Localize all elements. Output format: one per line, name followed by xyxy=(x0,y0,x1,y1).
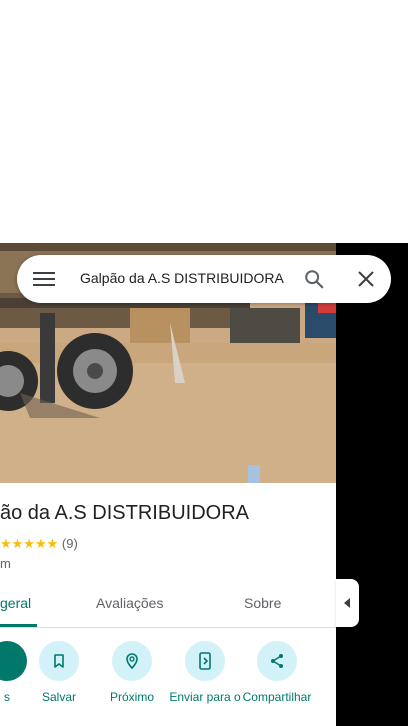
bookmark-icon xyxy=(39,641,79,681)
search-bar xyxy=(17,255,391,303)
review-count: (9) xyxy=(61,536,78,551)
save-label: Salvar xyxy=(41,690,76,704)
black-background xyxy=(336,243,408,726)
save-button[interactable]: Salvar xyxy=(20,641,98,704)
close-icon[interactable] xyxy=(356,269,376,289)
tab-reviews[interactable]: Avaliações xyxy=(96,595,163,611)
tab-about[interactable]: Sobre xyxy=(244,595,281,611)
send-to-phone-label: Enviar para o xyxy=(169,690,241,704)
share-button[interactable]: Compartilhar xyxy=(238,641,316,704)
menu-icon[interactable] xyxy=(33,269,55,289)
search-input[interactable] xyxy=(80,270,288,286)
place-details-panel: ão da A.S DISTRIBUIDORA ★★★★★ (9) m gera… xyxy=(0,483,336,726)
place-title: ão da A.S DISTRIBUIDORA xyxy=(0,502,249,524)
search-icon[interactable] xyxy=(303,268,325,290)
rating-stars: ★★★★★ xyxy=(0,536,59,551)
nearby-icon xyxy=(112,641,152,681)
distance-text: m xyxy=(0,556,11,571)
send-to-phone-button[interactable]: Enviar para o xyxy=(166,641,244,704)
send-to-phone-icon xyxy=(185,641,225,681)
share-label: Compartilhar xyxy=(242,690,312,704)
active-tab-indicator xyxy=(0,624,37,627)
rating-row[interactable]: ★★★★★ (9) xyxy=(0,536,78,552)
chevron-left-icon xyxy=(344,598,350,608)
share-icon xyxy=(257,641,297,681)
action-buttons: s Salvar Próximo Enviar para o Compartil… xyxy=(0,641,336,726)
collapse-panel-button[interactable] xyxy=(336,579,359,627)
nearby-button[interactable]: Próximo xyxy=(93,641,171,704)
tab-overview[interactable]: geral xyxy=(0,595,31,611)
tab-bar: geral Avaliações Sobre xyxy=(0,580,336,628)
nearby-label: Próximo xyxy=(109,690,154,704)
